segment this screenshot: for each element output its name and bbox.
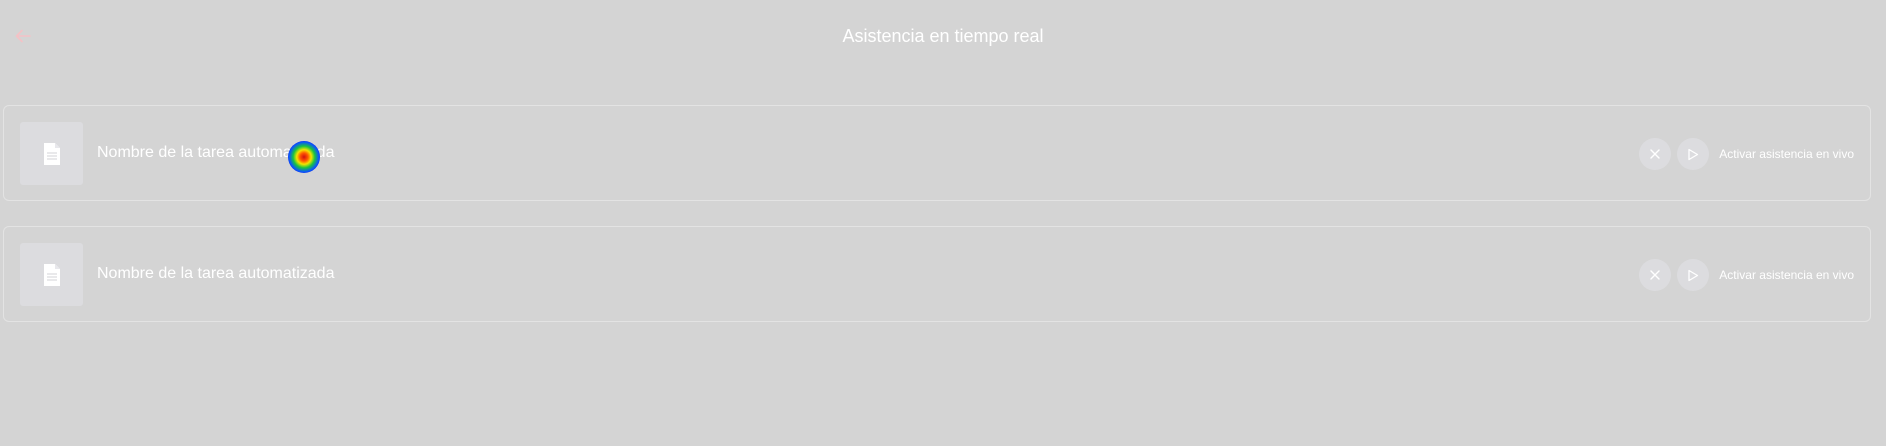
header: Asistencia en tiempo real — [0, 0, 1886, 72]
play-icon — [1688, 148, 1699, 160]
task-card: Nombre de la tarea automatizada Activar … — [3, 226, 1871, 322]
cancel-task-button[interactable] — [1639, 259, 1672, 291]
task-thumbnail — [20, 122, 83, 185]
task-actions: Activar asistencia en vivo — [1639, 136, 1854, 172]
activate-live-assistance-link[interactable]: Activar asistencia en vivo — [1719, 267, 1854, 283]
page-title: Asistencia en tiempo real — [842, 26, 1044, 46]
task-list: Nombre de la tarea automatizada Activar … — [3, 105, 1871, 347]
document-icon — [43, 263, 60, 286]
task-thumbnail — [20, 243, 83, 306]
activate-live-assistance-link[interactable]: Activar asistencia en vivo — [1719, 146, 1854, 162]
play-task-button[interactable] — [1677, 138, 1710, 170]
task-name: Nombre de la tarea automatizada — [97, 265, 335, 282]
task-card: Nombre de la tarea automatizada Activar … — [3, 105, 1871, 201]
cursor-heatmap-marker — [288, 141, 320, 173]
play-icon — [1688, 269, 1699, 281]
cancel-task-button[interactable] — [1639, 138, 1672, 170]
play-task-button[interactable] — [1677, 259, 1710, 291]
task-actions: Activar asistencia en vivo — [1639, 257, 1854, 293]
close-icon — [1650, 149, 1660, 159]
document-icon — [43, 142, 60, 165]
close-icon — [1650, 270, 1660, 280]
